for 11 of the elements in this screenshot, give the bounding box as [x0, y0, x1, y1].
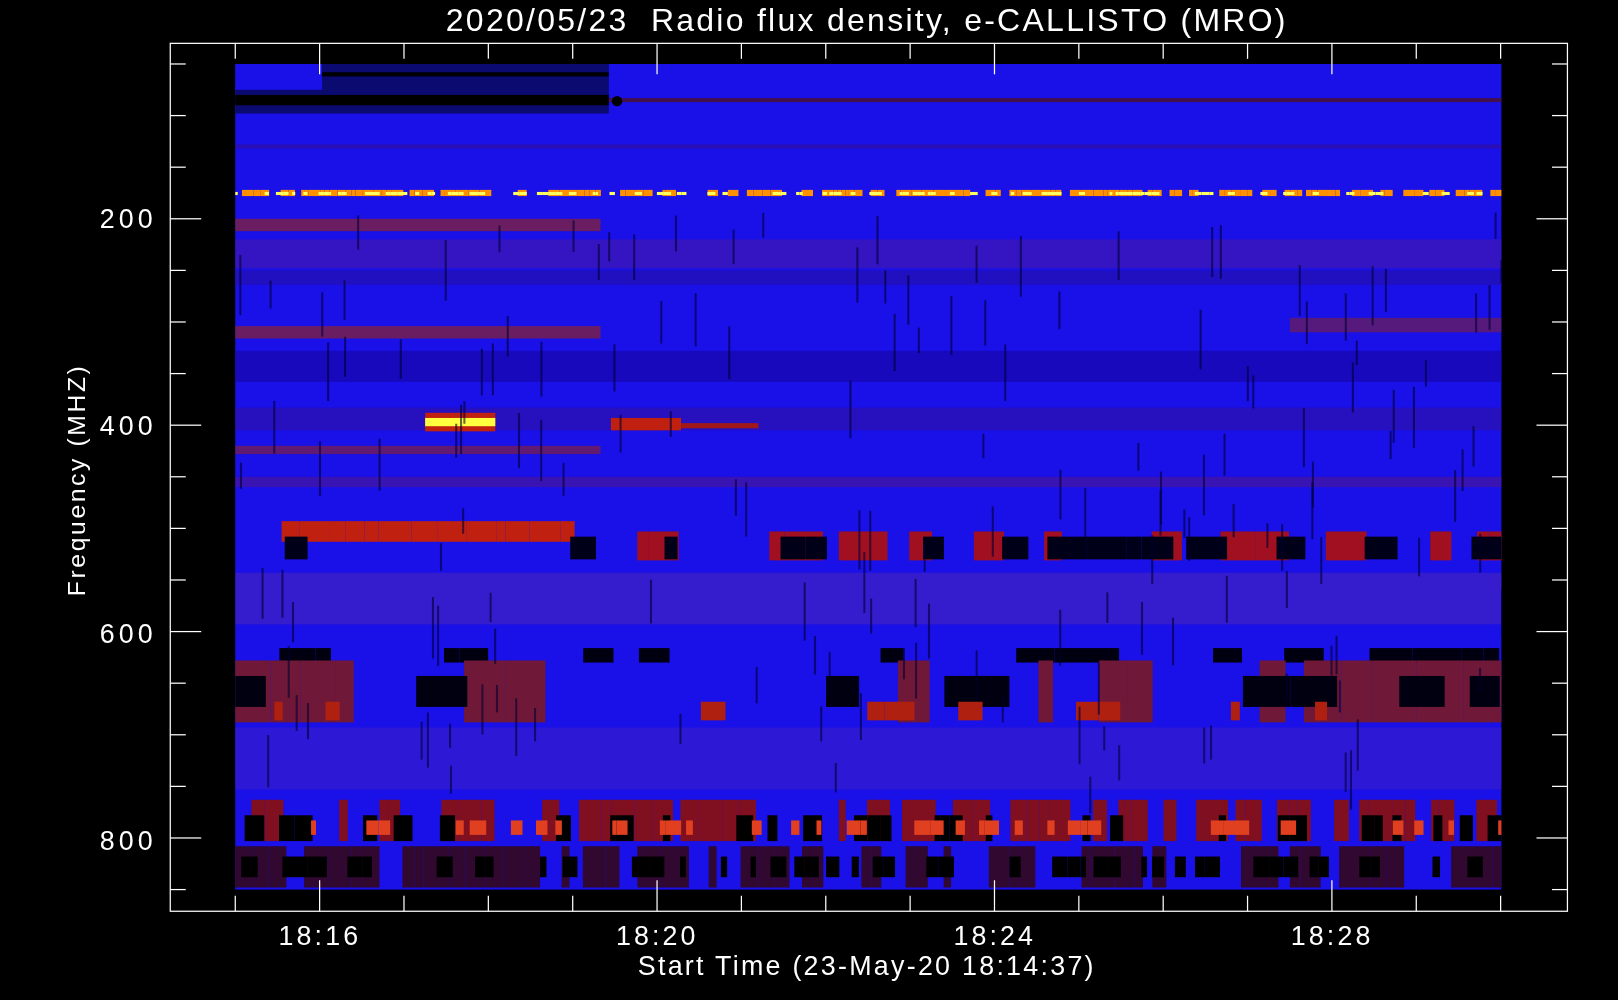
y-tick-label: 800 — [99, 826, 157, 857]
y-tick-label: 400 — [99, 411, 157, 442]
x-tick-label: 18:28 — [1290, 921, 1374, 952]
x-tick-label: 18:20 — [616, 921, 699, 952]
x-axis-label: Start Time (23-May-20 18:14:37) — [637, 951, 1096, 982]
chart-title: 2020/05/23 Radio flux density, e-CALLISTO (MRO) — [445, 1, 1288, 38]
x-tick-label: 18:16 — [278, 921, 362, 952]
y-tick-label: 600 — [99, 618, 157, 649]
y-axis-label: Frequency (MHZ) — [62, 363, 90, 597]
y-tick-label: 200 — [99, 204, 157, 235]
x-tick-label: 18:24 — [953, 921, 1037, 952]
